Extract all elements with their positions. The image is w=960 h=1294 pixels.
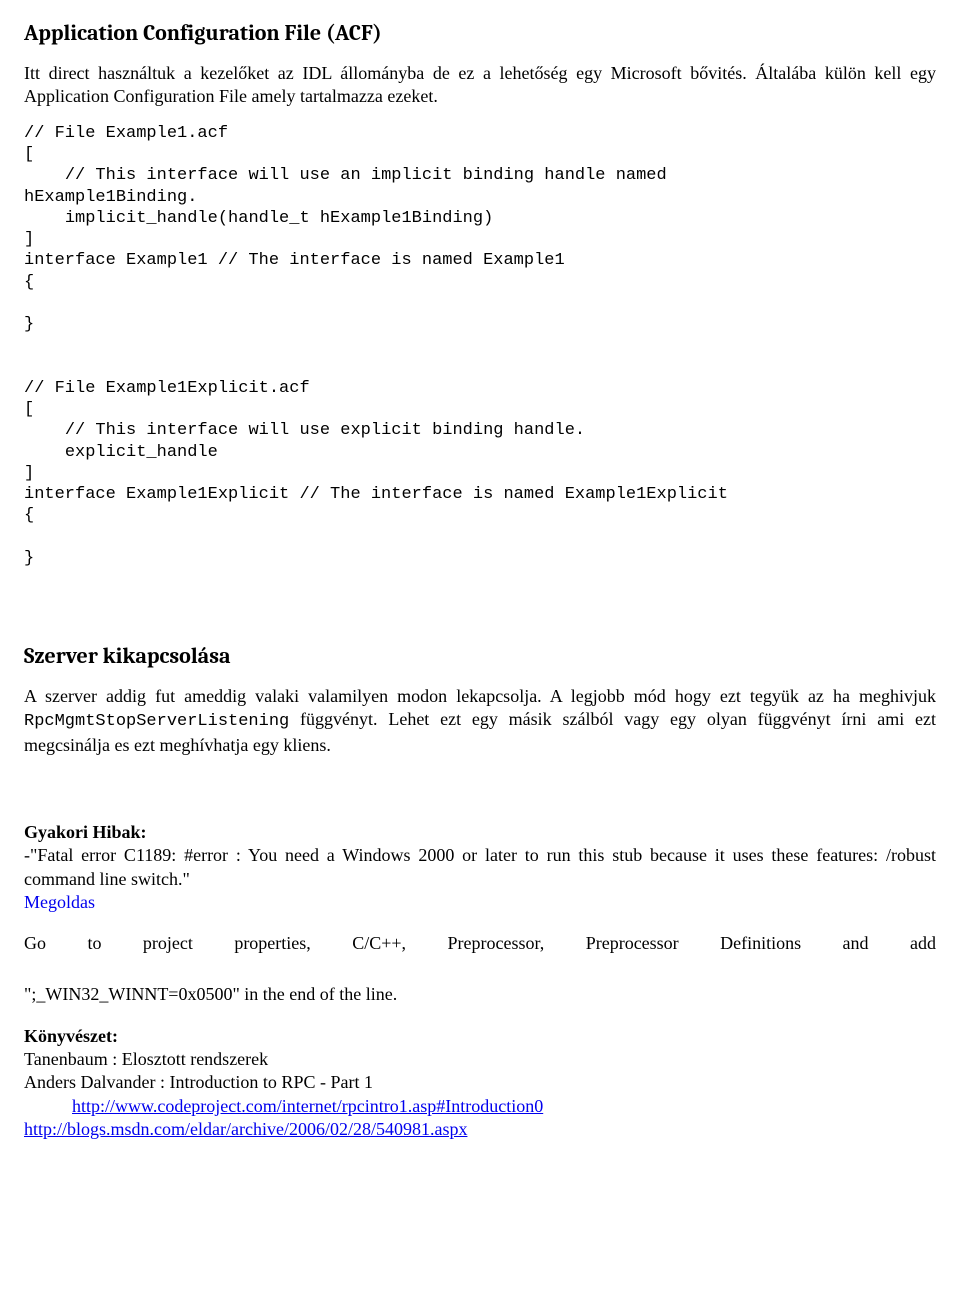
acf-code-block: // File Example1.acf [ // This interface… [24,123,936,569]
errors-block: Gyakori Hibak: -"Fatal error C1189: #err… [24,821,936,915]
errors-title: Gyakori Hibak: [24,822,147,842]
solution-line2: ";_WIN32_WINNT=0x0500" in the end of the… [24,983,936,1006]
shutdown-paragraph: A szerver addig fut ameddig valaki valam… [24,685,936,757]
shutdown-heading: Szerver kikapcsolása [24,643,936,669]
acf-intro-paragraph: Itt direct használtuk a kezelőket az IDL… [24,62,936,109]
reference-2: Anders Dalvander : Introduction to RPC -… [24,1072,373,1092]
shutdown-text-a: A szerver addig fut ameddig valaki valam… [24,686,936,706]
rpc-function-name: RpcMgmtStopServerListening [24,712,289,731]
acf-heading: Application Configuration File (ACF) [24,20,936,46]
reference-link-2[interactable]: http://blogs.msdn.com/eldar/archive/2006… [24,1119,467,1139]
references-title: Könyvészet: [24,1026,118,1046]
reference-link-1[interactable]: http://www.codeproject.com/internet/rpci… [72,1096,543,1116]
reference-1: Tanenbaum : Elosztott rendszerek [24,1049,268,1069]
megoldas-label: Megoldas [24,892,95,912]
solution-line1: Go to project properties, C/C++, Preproc… [24,932,936,979]
references-block: Könyvészet: Tanenbaum : Elosztott rendsz… [24,1025,936,1142]
error-quote: "Fatal error C1189: #error : You need a … [24,845,936,888]
